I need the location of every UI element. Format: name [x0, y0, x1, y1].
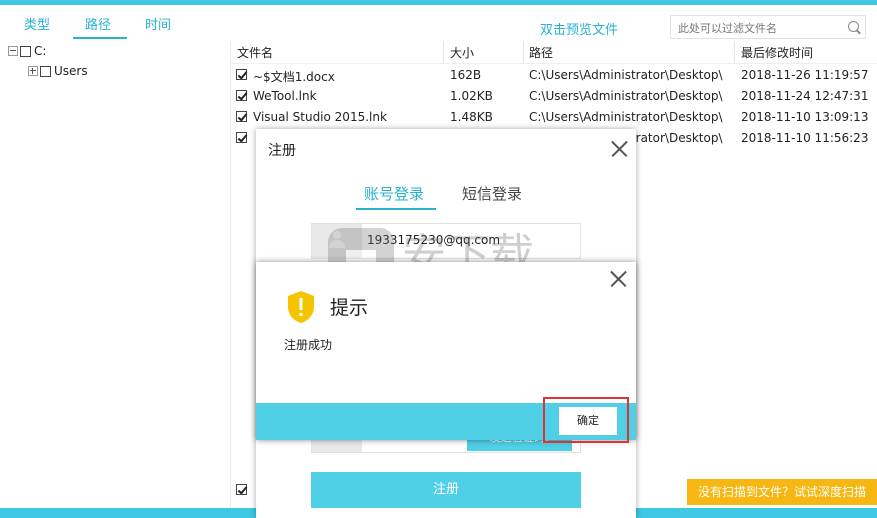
tree-node-c[interactable]: C: — [8, 44, 46, 58]
expand-icon[interactable] — [28, 66, 38, 76]
tree-checkbox-c[interactable] — [20, 45, 31, 57]
search-icon[interactable] — [848, 21, 859, 32]
tab-type[interactable]: 类型 — [24, 14, 50, 33]
col-header-size[interactable]: 大小 — [450, 44, 474, 61]
row-checkbox[interactable] — [236, 69, 247, 80]
file-name: WeTool.lnk — [253, 89, 317, 103]
table-row[interactable]: ~$文档1.docx 162B C:\Users\Administrator\D… — [231, 65, 877, 86]
file-size: 1.02KB — [450, 89, 493, 103]
file-path: C:\Users\Administrator\Desktop\ — [529, 89, 723, 103]
close-icon[interactable] — [610, 140, 628, 158]
column-divider — [523, 41, 524, 63]
tab-time[interactable]: 时间 — [145, 14, 171, 33]
close-icon[interactable] — [609, 270, 627, 288]
tree-label-c: C: — [34, 44, 47, 58]
file-name: ~$文档1.docx — [253, 70, 335, 84]
row-checkbox[interactable] — [236, 90, 247, 101]
table-row[interactable]: Visual Studio 2015.lnk 1.48KB C:\Users\A… — [231, 107, 877, 128]
header-bar: 类型 路径 时间 双击预览文件 — [0, 5, 877, 41]
table-header: 文件名 大小 路径 最后修改时间 — [231, 41, 877, 64]
tree-checkbox-users[interactable] — [40, 65, 51, 77]
tab-sms-login[interactable]: 短信登录 — [462, 183, 522, 204]
preview-hint-link[interactable]: 双击预览文件 — [540, 19, 618, 38]
tab-path[interactable]: 路径 — [85, 14, 111, 33]
col-header-modified[interactable]: 最后修改时间 — [741, 44, 813, 61]
file-modified: 2018-11-24 12:47:31 — [741, 89, 869, 103]
register-submit-button[interactable]: 注册 — [311, 472, 581, 508]
collapse-icon[interactable] — [8, 46, 18, 56]
tree-node-users[interactable]: Users — [28, 64, 88, 78]
deep-scan-button[interactable]: 没有扫描到文件？试试深度扫描 — [687, 479, 877, 505]
shield-warning-icon — [288, 291, 314, 323]
user-icon — [312, 224, 362, 258]
file-size: 1.48KB — [450, 110, 493, 124]
file-modified: 2018-11-10 13:09:13 — [741, 110, 869, 124]
column-divider — [734, 41, 735, 63]
table-row[interactable]: WeTool.lnk 1.02KB C:\Users\Administrator… — [231, 86, 877, 107]
tip-message: 注册成功 — [284, 338, 333, 352]
file-name: Visual Studio 2015.lnk — [253, 110, 387, 124]
file-modified: 2018-11-10 11:56:23 — [741, 131, 869, 145]
row-checkbox[interactable] — [236, 132, 247, 143]
highlight-frame — [543, 397, 629, 443]
select-all-checkbox[interactable] — [236, 484, 247, 495]
file-path: C:\Users\Administrator\Desktop\ — [529, 110, 723, 124]
col-header-path[interactable]: 路径 — [529, 44, 553, 61]
tip-dialog-title: 提示 — [330, 297, 369, 319]
account-field[interactable]: 1933175230@qq.com — [311, 223, 581, 259]
account-value: 1933175230@qq.com — [367, 233, 501, 247]
active-login-tab-indicator — [356, 208, 436, 210]
row-checkbox[interactable] — [236, 111, 247, 122]
column-divider — [443, 41, 444, 63]
col-header-name[interactable]: 文件名 — [237, 44, 273, 61]
filter-box — [670, 15, 866, 39]
file-size: 162B — [450, 68, 482, 82]
file-modified: 2018-11-26 11:19:57 — [741, 68, 869, 82]
folder-tree: C: Users — [0, 41, 231, 511]
register-dialog-title: 注册 — [268, 143, 296, 159]
filter-input[interactable] — [676, 19, 845, 37]
tab-account-login[interactable]: 账号登录 — [364, 183, 424, 204]
active-tab-indicator — [73, 37, 127, 39]
tree-label-users: Users — [54, 64, 88, 78]
file-path: C:\Users\Administrator\Desktop\ — [529, 68, 723, 82]
